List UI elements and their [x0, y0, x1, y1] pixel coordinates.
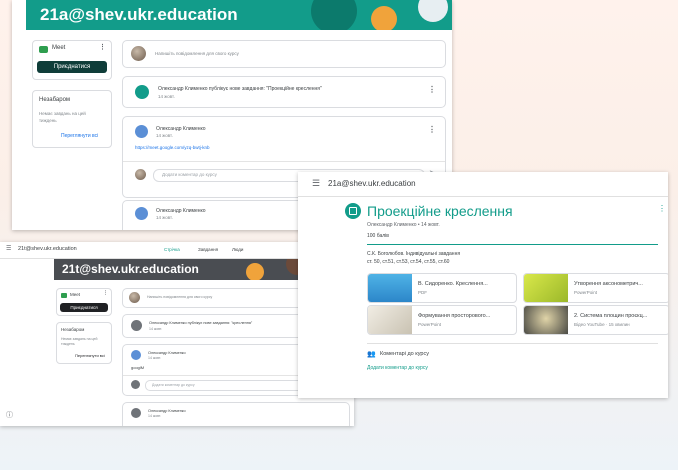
assignment-post-date: 14 жовт.: [149, 327, 163, 331]
attachment-title: Утворення аксонометрич...: [574, 281, 643, 287]
assignment-post-title: Олександр Клименко публікує нове завданн…: [158, 86, 322, 92]
assignment-post-title: Олександр Клименко публікує нове завданн…: [149, 321, 253, 325]
attachment-thumbnail: [368, 306, 412, 334]
help-icon[interactable]: ⓘ: [6, 410, 13, 420]
author-avatar: [131, 408, 141, 418]
user-avatar: [135, 169, 146, 180]
upcoming-text: тиждень: [39, 118, 57, 123]
more-icon[interactable]: ⋮: [428, 125, 436, 134]
upcoming-text: тиждень: [61, 342, 75, 346]
announcement-post: Олександр Клименко 14 жовт.: [122, 402, 350, 426]
attachment-type: Відео YouTube · 15 хвилин: [574, 322, 630, 327]
upcoming-card: Незабаром Немає завдань на цей тиждень П…: [32, 90, 112, 148]
author-avatar: [135, 125, 148, 138]
assignment-meta: Олександр Клименко • 14 жовт.: [367, 222, 440, 228]
attachment-title: В. Сидоренко. Креслення...: [418, 281, 488, 287]
meet-link[interactable]: googlM: [131, 365, 144, 370]
assignment-points: 100 балів: [367, 233, 389, 239]
app-header: ☰ 21a@shev.ukr.education: [298, 172, 668, 197]
assignment-post[interactable]: Олександр Клименко публікує нове завданн…: [122, 76, 446, 108]
attachment-title: Формування просторового...: [418, 313, 491, 319]
user-avatar: [129, 292, 140, 303]
author-avatar: [131, 350, 141, 360]
post-date: 14 жовт.: [156, 133, 173, 138]
upcoming-text: Немає завдань на цей: [39, 111, 86, 116]
more-icon[interactable]: ⋮: [103, 290, 108, 296]
more-icon[interactable]: ⋮: [658, 204, 666, 213]
class-email: 21a@shev.ukr.education: [40, 5, 238, 24]
menu-icon[interactable]: ☰: [6, 245, 11, 252]
assignment-detail: ☰ 21a@shev.ukr.education Проекційне крес…: [298, 172, 668, 398]
upcoming-title: Незабаром: [61, 327, 85, 332]
view-all-link[interactable]: Переглянути всі: [61, 133, 98, 139]
attachment-pdf[interactable]: В. Сидоренко. Креслення... PDF: [367, 273, 517, 303]
post-author: Олександр Клименко: [156, 208, 206, 214]
add-class-comment-link[interactable]: Додати коментар до курсу: [367, 365, 428, 371]
post-date: 14 жовт.: [156, 215, 173, 220]
banner-decoration: [311, 0, 357, 30]
meet-label: Meet: [52, 45, 66, 51]
join-meet-button[interactable]: Приєднатися: [37, 61, 107, 73]
divider: [123, 161, 445, 162]
join-meet-button[interactable]: Приєднатися: [60, 303, 108, 312]
upcoming-card: Незабаром Немає завдань на цей тиждень П…: [56, 322, 112, 364]
header-class-name: 21t@shev.ukr.education: [18, 246, 77, 252]
attachment-thumbnail: [368, 274, 412, 302]
attachment-type: PDF: [418, 290, 427, 295]
attachment-type: PowerPoint: [574, 290, 598, 295]
post-author: Олександр Клименко: [148, 409, 186, 413]
more-icon[interactable]: ⋮: [99, 43, 106, 51]
upcoming-title: Незабаром: [39, 97, 71, 103]
comment-placeholder: Додати коментар до курсу: [162, 172, 217, 177]
class-banner: 21a@shev.ukr.education: [26, 0, 452, 30]
class-comments-icon: 👥: [367, 351, 376, 358]
tab-classwork[interactable]: Завдання: [198, 247, 218, 252]
user-avatar: [131, 46, 146, 61]
meet-icon: [39, 46, 48, 53]
class-comments-label: Коментарі до курсу: [380, 351, 429, 357]
attachment-title: 2. Система площин проєкц...: [574, 313, 648, 319]
meet-link[interactable]: https://meet.google.com/yzq-bwtj-knb: [135, 145, 210, 150]
post-author: Олександр Клименко: [156, 126, 206, 132]
assignment-icon: [135, 85, 149, 99]
assignment-title: Проекційне креслення: [367, 203, 513, 219]
assignment-post-date: 14 жовт.: [158, 94, 175, 99]
class-email: 21t@shev.ukr.education: [62, 262, 199, 276]
post-date: 14 жовт.: [148, 356, 162, 360]
banner-decoration: [371, 6, 397, 30]
banner-decoration: [418, 0, 448, 22]
menu-icon[interactable]: ☰: [312, 178, 320, 189]
post-date: 14 жовт.: [148, 414, 162, 418]
divider: [367, 244, 658, 245]
header-class-name: 21a@shev.ukr.education: [328, 179, 416, 188]
attachment-thumbnail: [524, 274, 568, 302]
attachment-type: PowerPoint: [418, 322, 442, 327]
assignment-icon: [345, 203, 361, 219]
meet-card: Meet ⋮ Приєднатися: [32, 40, 112, 80]
tab-people[interactable]: Люди: [232, 247, 243, 252]
attachment-thumbnail: [524, 306, 568, 334]
tab-stream[interactable]: Стрічка: [164, 247, 180, 252]
upcoming-text: Немає завдань на цей: [61, 337, 98, 341]
post-author: Олександр Клименко: [148, 351, 186, 355]
attachment-powerpoint[interactable]: Формування просторового... PowerPoint: [367, 305, 517, 335]
meet-card: Meet ⋮ Приєднатися: [56, 288, 112, 316]
assignment-icon: [131, 320, 142, 331]
user-avatar: [131, 380, 140, 389]
composer[interactable]: Напишіть повідомлення для свого курсу: [122, 40, 446, 68]
composer-placeholder: Напишіть повідомлення для свого курсу: [155, 51, 239, 56]
composer-placeholder: Напишіть повідомлення для свого курсу: [147, 295, 213, 299]
more-icon[interactable]: ⋮: [428, 85, 436, 94]
attachment-powerpoint[interactable]: Утворення аксонометрич... PowerPoint: [523, 273, 668, 303]
attachment-youtube[interactable]: 2. Система площин проєкц... Відео YouTub…: [523, 305, 668, 335]
meet-label: Meet: [70, 292, 81, 297]
banner-decoration: [246, 263, 264, 280]
comment-placeholder: Додати коментар до курсу: [152, 382, 195, 387]
assignment-instructions: С.К. Боголюбов. Індивідуальні завдання: [367, 251, 461, 257]
author-avatar: [135, 207, 148, 220]
meet-icon: [61, 293, 67, 298]
view-all-link[interactable]: Переглянути всі: [75, 353, 105, 358]
assignment-instructions: ст. 50, ст.51, ст.53, ст.54, ст.55, ст.6…: [367, 259, 450, 265]
divider: [367, 343, 658, 344]
